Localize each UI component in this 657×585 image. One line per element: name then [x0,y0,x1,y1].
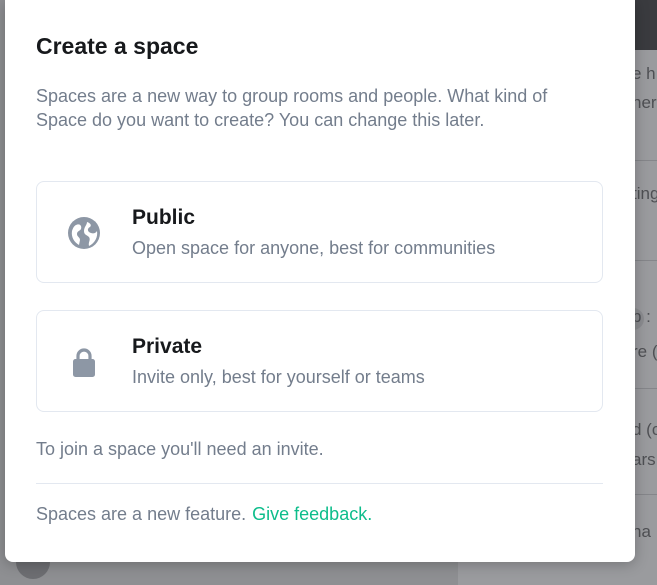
background-text-fragment: her [632,93,657,112]
create-space-dialog: Create a space Spaces are a new way to g… [5,0,635,562]
public-option-title: Public [132,206,196,229]
background-text-fragment: d (c [632,420,657,439]
footer-text: Spaces are a new feature. [36,504,247,524]
globe-icon [68,217,100,249]
footer-divider [36,483,603,484]
background-text-fragment: ting [632,184,657,203]
background-text-fragment: re ( [632,342,657,361]
give-feedback-link[interactable]: Give feedback. [252,504,372,524]
public-option-description: Open space for anyone, best for communit… [132,238,496,258]
dialog-footer: Spaces are a new feature. Give feedback. [36,504,372,525]
background-text-fragment: ars [632,450,656,469]
background-text-fragment: e h [632,64,656,83]
private-space-option[interactable]: Private Invite only, best for yourself o… [36,310,603,412]
lock-icon [73,348,95,377]
public-space-option[interactable]: Public Open space for anyone, best for c… [36,181,603,283]
dialog-description: Spaces are a new way to group rooms and … [36,86,548,130]
dialog-title: Create a space [36,33,199,59]
private-option-title: Private [132,335,203,358]
private-option-description: Invite only, best for yourself or teams [132,367,425,387]
invite-note: To join a space you'll need an invite. [36,439,324,459]
